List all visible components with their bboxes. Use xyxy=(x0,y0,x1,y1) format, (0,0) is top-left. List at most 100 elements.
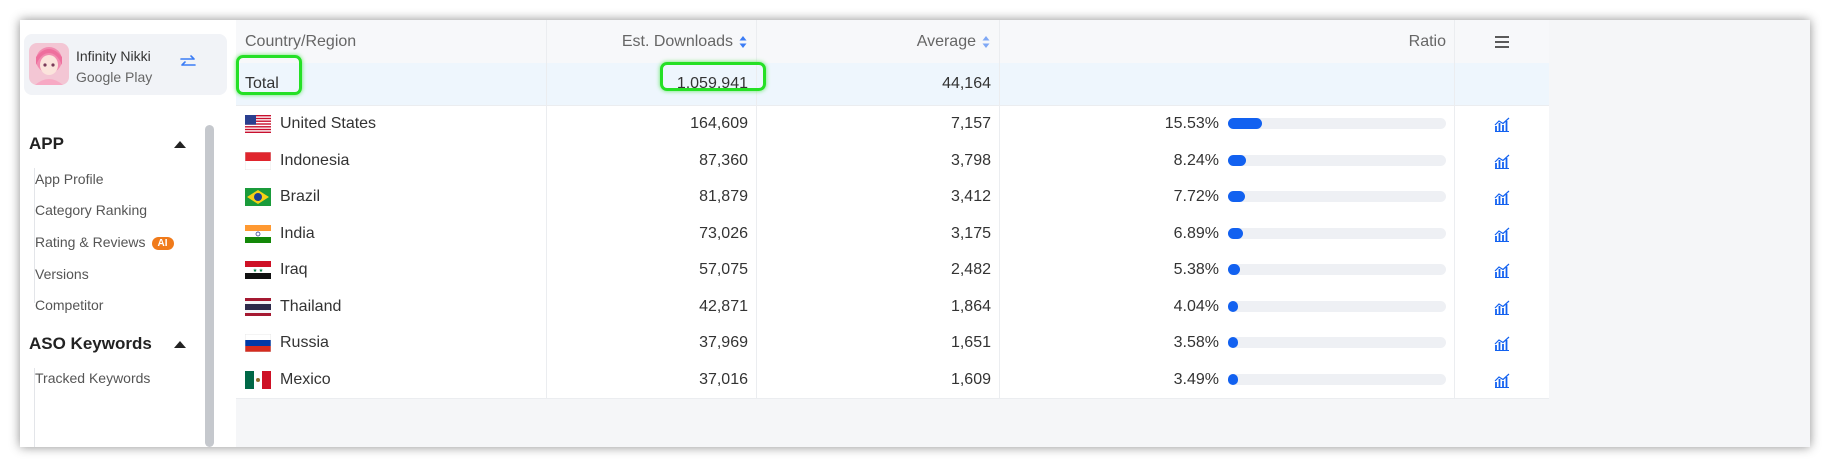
downloads-cell: 87,360 xyxy=(699,151,748,169)
downloads-cell: 37,016 xyxy=(699,370,748,388)
ratio-percent: 4.04% xyxy=(1173,297,1219,315)
country-cell: Russia xyxy=(236,325,546,362)
chart-icon[interactable] xyxy=(1454,252,1549,289)
header-average[interactable]: Average xyxy=(756,20,999,63)
average-cell: 2,482 xyxy=(950,261,991,279)
ratio-bar-fill xyxy=(1228,373,1238,385)
sidebar: Infinity Nikki Google Play APP App Profi… xyxy=(20,20,236,447)
ratio-cell: 3.58% xyxy=(999,325,1454,362)
country-name: Mexico xyxy=(280,370,331,388)
ai-badge: AI xyxy=(151,237,174,250)
ratio-bar xyxy=(1228,373,1446,385)
chart-icon[interactable] xyxy=(1454,325,1549,362)
flag-iq-icon: ★ ★ xyxy=(245,261,271,280)
total-row: Total 1,059,941 44,164 xyxy=(236,63,1549,106)
caret-up-icon[interactable] xyxy=(174,341,186,348)
ratio-bar xyxy=(1228,227,1446,239)
ratio-cell: 6.89% xyxy=(999,216,1454,253)
ratio-percent: 6.89% xyxy=(1173,224,1219,242)
downloads-table-panel: Country/Region Est. Downloads Average Ra… xyxy=(236,20,1810,447)
flag-th-icon xyxy=(245,297,271,316)
ratio-bar-fill xyxy=(1228,191,1245,202)
section-app[interactable]: APP xyxy=(29,134,64,154)
country-cell: Mexico xyxy=(236,362,546,399)
chart-icon[interactable] xyxy=(1454,106,1549,143)
column-divider xyxy=(1454,63,1455,105)
average-cell: 3,412 xyxy=(950,188,991,206)
table-row: Thailand 42,871 1,864 4.04% xyxy=(236,288,1549,326)
table-row: ★ ★ Iraq 57,075 2,482 5.38% xyxy=(236,252,1549,290)
chart-icon[interactable] xyxy=(1454,143,1549,180)
chart-icon[interactable] xyxy=(1454,216,1549,253)
highlight-total-downloads xyxy=(660,62,766,91)
average-cell: 1,609 xyxy=(950,370,991,388)
chart-icon[interactable] xyxy=(1454,362,1549,399)
average-cell: 3,798 xyxy=(950,151,991,169)
sort-icon[interactable] xyxy=(738,34,748,50)
sidebar-scrollbar[interactable] xyxy=(205,125,214,447)
nav-versions[interactable]: Versions xyxy=(35,266,89,282)
chart-icon[interactable] xyxy=(1454,179,1549,216)
table-row: Indonesia 87,360 3,798 8.24% xyxy=(236,142,1549,180)
ratio-percent: 7.72% xyxy=(1173,188,1219,206)
app-selector[interactable]: Infinity Nikki Google Play xyxy=(24,34,227,95)
ratio-cell: 4.04% xyxy=(999,289,1454,326)
switch-icon[interactable] xyxy=(178,52,198,72)
total-average: 44,164 xyxy=(942,75,991,92)
downloads-cell: 42,871 xyxy=(699,297,748,315)
downloads-cell: 81,879 xyxy=(699,188,748,206)
nav-category-ranking[interactable]: Category Ranking xyxy=(35,202,147,218)
country-name: Russia xyxy=(280,334,329,352)
nav-app-profile[interactable]: App Profile xyxy=(35,171,103,187)
ratio-bar-fill xyxy=(1228,264,1240,275)
flag-mx-icon xyxy=(245,370,271,389)
ratio-bar xyxy=(1228,264,1446,275)
average-cell: 3,175 xyxy=(950,224,991,242)
app-avatar xyxy=(29,43,69,85)
ratio-bar xyxy=(1228,300,1446,312)
downloads-cell: 37,969 xyxy=(699,334,748,352)
flag-in-icon xyxy=(245,224,271,243)
country-name: Indonesia xyxy=(280,151,350,169)
ratio-bar xyxy=(1228,118,1446,129)
ratio-bar-fill xyxy=(1228,227,1244,239)
sort-icon[interactable] xyxy=(981,34,991,50)
chart-icon[interactable] xyxy=(1454,289,1549,326)
nav-rating-reviews-label: Rating & Reviews xyxy=(35,234,146,250)
country-name: Iraq xyxy=(280,261,308,279)
ratio-bar xyxy=(1228,337,1446,348)
table-header: Country/Region Est. Downloads Average Ra… xyxy=(236,20,1549,64)
menu-icon[interactable] xyxy=(1454,20,1549,63)
header-downloads[interactable]: Est. Downloads xyxy=(546,20,756,63)
ratio-bar-fill xyxy=(1228,118,1262,129)
flag-us-icon xyxy=(245,115,271,134)
nav-tracked-keywords[interactable]: Tracked Keywords xyxy=(35,370,150,386)
section-aso-keywords[interactable]: ASO Keywords xyxy=(29,334,152,354)
ratio-percent: 5.38% xyxy=(1173,261,1219,279)
app-window: Infinity Nikki Google Play APP App Profi… xyxy=(20,20,1810,447)
ratio-cell: 7.72% xyxy=(999,179,1454,216)
app-name: Infinity Nikki xyxy=(76,48,151,64)
flag-id-icon xyxy=(244,151,272,171)
country-cell: Brazil xyxy=(236,179,546,216)
header-ratio: Ratio xyxy=(1408,32,1446,50)
table-row: United States 164,609 7,157 15.53% xyxy=(236,106,1549,144)
downloads-cell: 73,026 xyxy=(699,224,748,242)
ratio-percent: 15.53% xyxy=(1164,115,1219,133)
ratio-bar-fill xyxy=(1228,154,1247,166)
nav-competitor[interactable]: Competitor xyxy=(35,297,103,313)
nav-rating-reviews[interactable]: Rating & Reviews AI xyxy=(35,234,174,250)
app-store: Google Play xyxy=(76,69,153,85)
table-row: Mexico 37,016 1,609 3.49% xyxy=(236,361,1549,399)
country-name: Thailand xyxy=(280,297,342,315)
downloads-cell: 164,609 xyxy=(690,115,748,133)
ratio-percent: 3.58% xyxy=(1173,334,1219,352)
table-row: India 73,026 3,175 6.89% xyxy=(236,215,1549,253)
ratio-bar xyxy=(1228,154,1446,166)
average-cell: 1,651 xyxy=(950,334,991,352)
country-cell: ★ ★ Iraq xyxy=(236,252,546,289)
caret-up-icon[interactable] xyxy=(174,141,186,148)
ratio-cell: 5.38% xyxy=(999,252,1454,289)
average-cell: 1,864 xyxy=(950,297,991,315)
highlight-total-label xyxy=(236,55,302,95)
